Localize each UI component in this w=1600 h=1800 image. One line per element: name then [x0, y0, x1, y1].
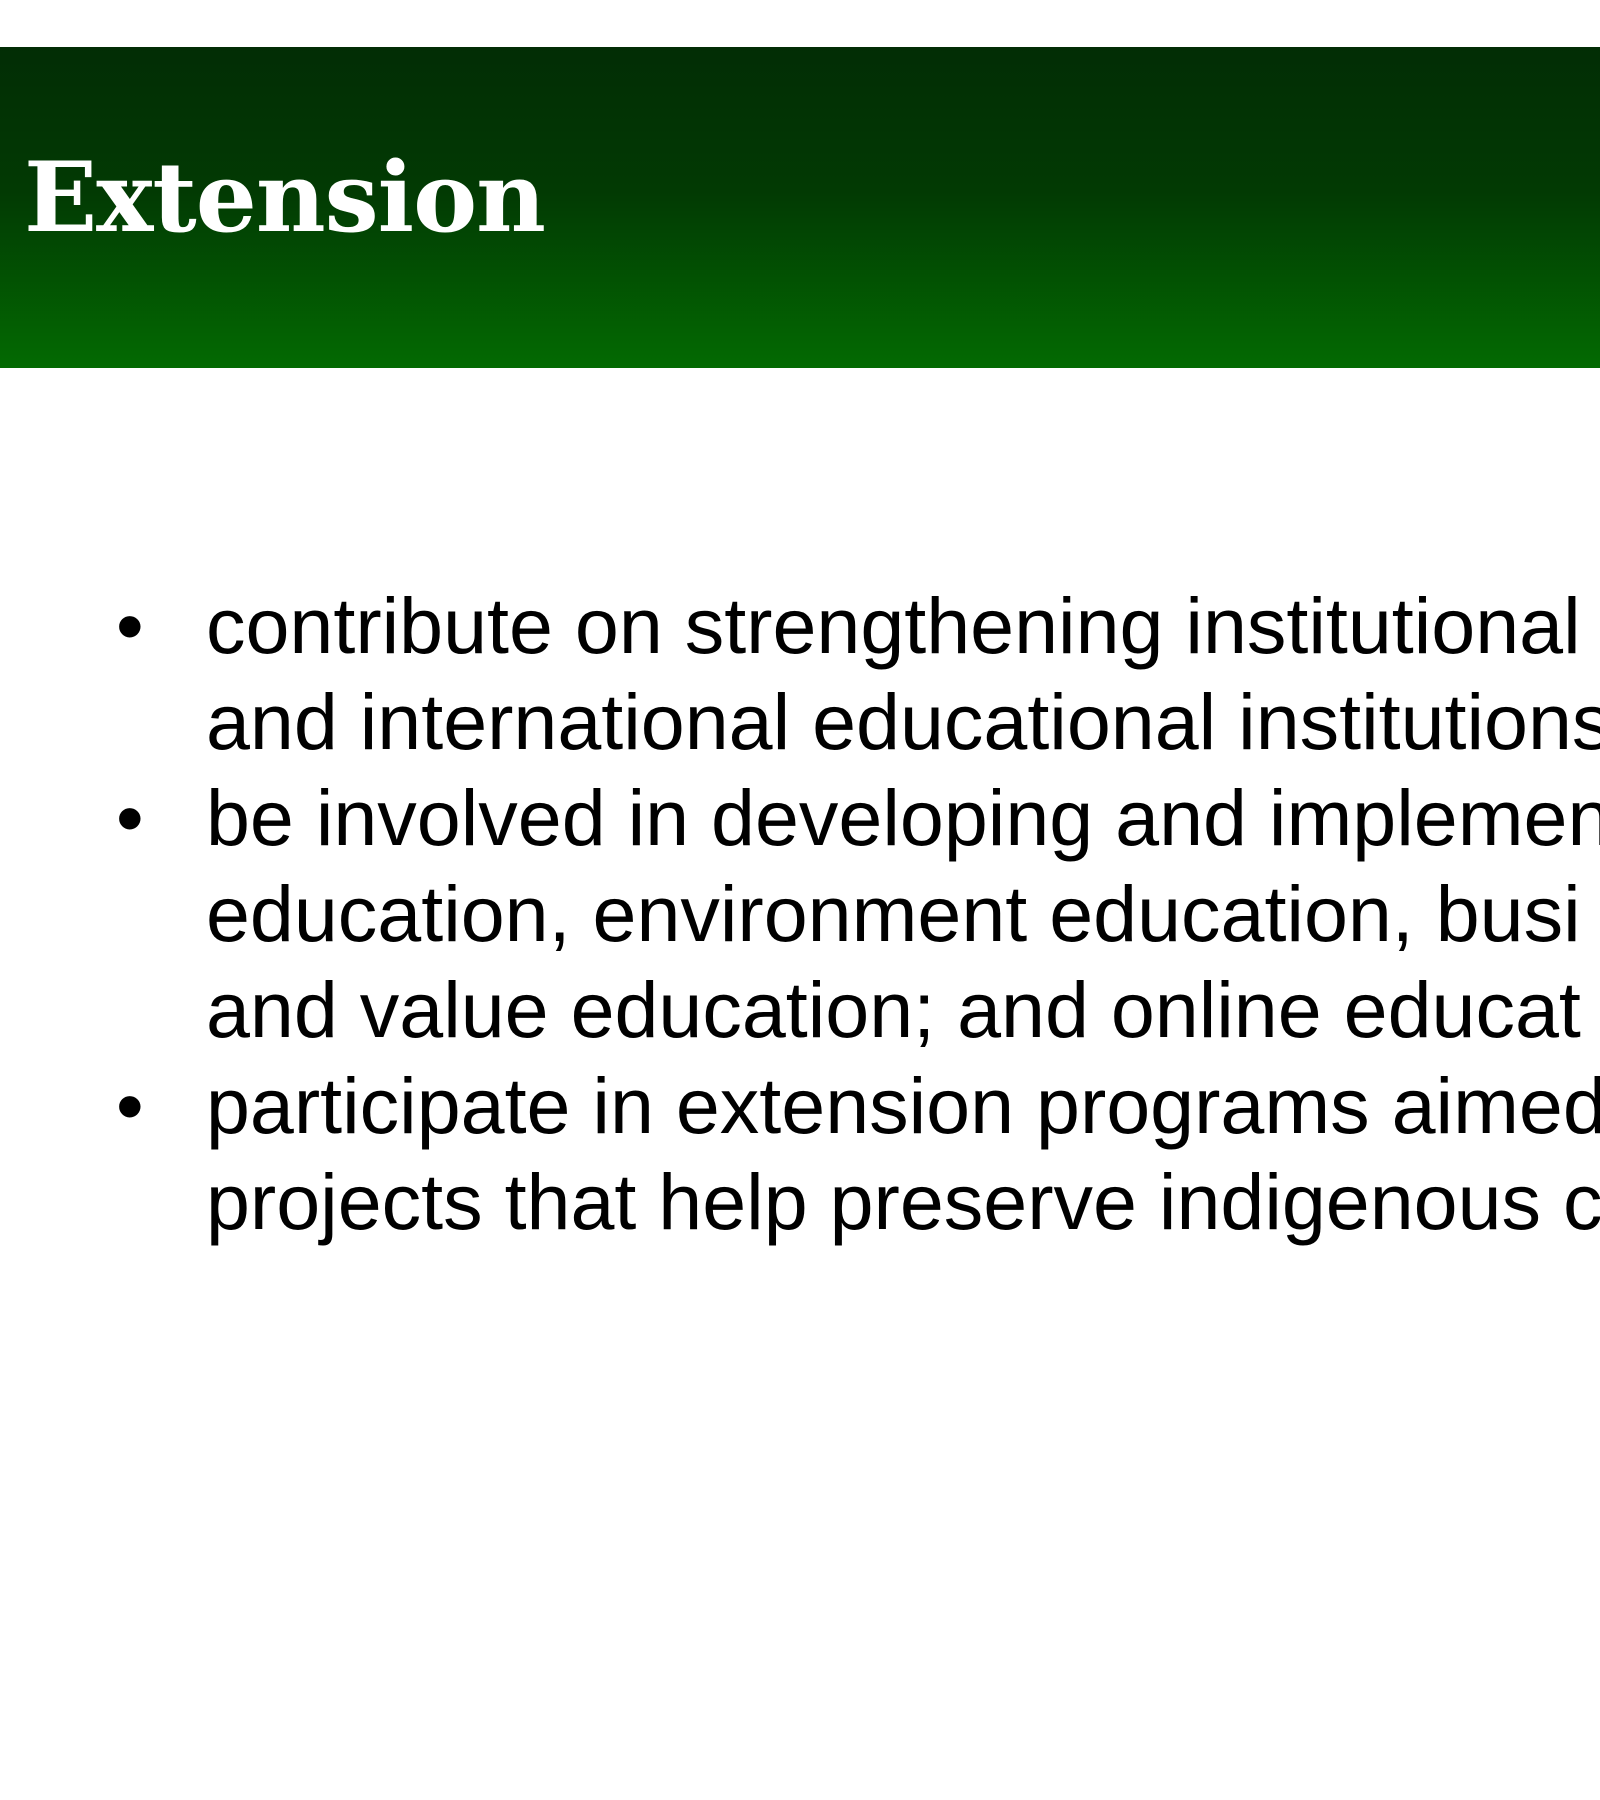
bullet-1-line-2: and international educational institutio… [206, 677, 1600, 766]
bullet-1-line-1: contribute on strengthening institutiona… [206, 581, 1581, 670]
bullet-3-line-2: projects that help preserve indigenous c [206, 1157, 1600, 1246]
slide: Extension • contribute on strengthening … [0, 0, 1600, 1800]
bullet-list: • contribute on strengthening institutio… [0, 578, 1600, 1250]
bullet-dot-icon: • [116, 1061, 144, 1150]
bullet-dot-icon: • [116, 773, 144, 862]
bullet-3-line-1: participate in extension programs aimed [206, 1061, 1600, 1150]
bullet-2-line-3: and value education; and online educat [206, 965, 1581, 1054]
bullet-2-line-2: education, environment education, busi [206, 869, 1581, 958]
slide-title: Extension [24, 141, 546, 254]
bullet-item-3: • participate in extension programs aime… [0, 1058, 1600, 1250]
bullet-dot-icon: • [116, 581, 144, 670]
bullet-2-line-1: be involved in developing and implemen [206, 773, 1600, 862]
bullet-item-2: • be involved in developing and implemen… [0, 770, 1600, 1058]
bullet-item-1: • contribute on strengthening institutio… [0, 578, 1600, 770]
